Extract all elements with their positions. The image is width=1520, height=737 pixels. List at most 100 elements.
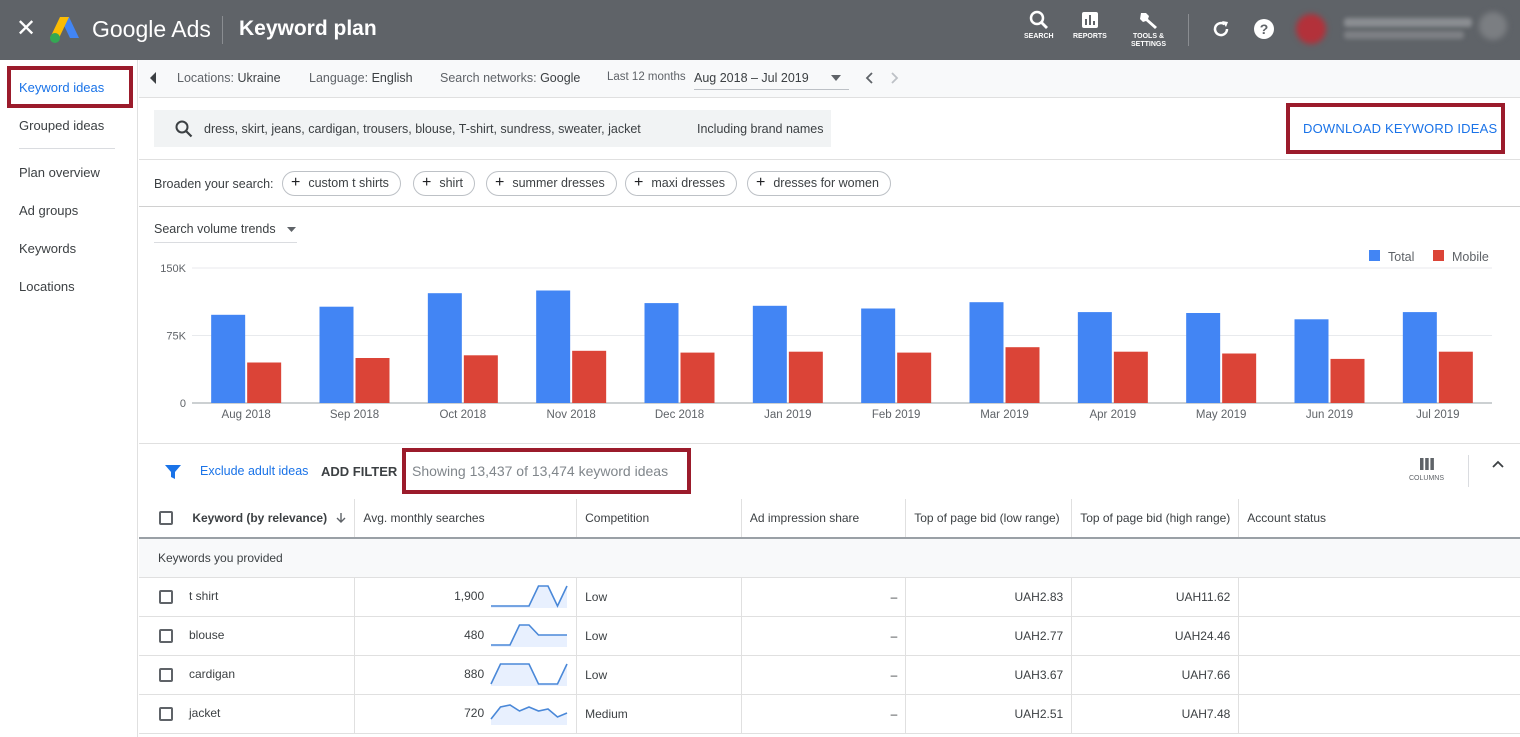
chevron-up-icon[interactable] [1491, 459, 1505, 469]
bar-mobile [1113, 351, 1148, 403]
refresh-icon[interactable] [1211, 19, 1231, 39]
x-tick-label: Aug 2018 [222, 409, 271, 421]
keyword-cell: jacket [189, 706, 221, 721]
col-bid-low[interactable]: Top of page bid (low range) [905, 499, 1073, 539]
x-tick-label: Jan 2019 [764, 409, 811, 421]
trend-sparkline [490, 662, 568, 686]
select-all-checkbox[interactable] [159, 511, 173, 526]
bar-mobile [788, 351, 823, 403]
bar-total [1186, 313, 1221, 403]
networks-filter[interactable]: Search networks: Google [440, 71, 580, 85]
locations-filter[interactable]: Locations: Ukraine [177, 71, 281, 85]
language-filter[interactable]: Language: English [309, 71, 413, 85]
avatar [1296, 14, 1326, 44]
nav-grouped-ideas[interactable]: Grouped ideas [19, 118, 104, 133]
prev-period-icon[interactable] [865, 72, 873, 84]
account-status-cell [1238, 616, 1520, 656]
bar-mobile [1330, 358, 1365, 403]
x-tick-label: Oct 2018 [439, 409, 486, 421]
bar-mobile [1222, 353, 1257, 403]
language-label: Language: [309, 71, 369, 85]
col-bid-high[interactable]: Top of page bid (high range) [1071, 499, 1240, 539]
download-keyword-ideas-button[interactable]: DOWNLOAD KEYWORD IDEAS [1303, 121, 1497, 136]
table-row: t shirt 1,900 Low – UAH2.83 UAH11.62 [139, 577, 1520, 617]
sort-down-icon [336, 513, 346, 524]
keyword-search-box[interactable]: dress, skirt, jeans, cardigan, trousers,… [154, 110, 831, 147]
bar-mobile [1438, 351, 1473, 403]
user-avatar[interactable] [1479, 12, 1507, 40]
row-checkbox[interactable] [159, 628, 173, 643]
exclude-adult-ideas-filter[interactable]: Exclude adult ideas [200, 464, 308, 478]
avg-searches-cell: 480 [354, 616, 578, 656]
brand-names-setting[interactable]: Including brand names [697, 122, 823, 136]
nav-ad-groups[interactable]: Ad groups [19, 203, 78, 218]
search-button[interactable]: SEARCH [1024, 10, 1054, 41]
reports-button[interactable]: REPORTS [1073, 10, 1107, 41]
bar-mobile [355, 358, 390, 403]
account-status-cell [1238, 694, 1520, 734]
nav-locations[interactable]: Locations [19, 279, 75, 294]
google-ads-logo [50, 17, 79, 43]
col-avg-searches[interactable]: Avg. monthly searches [354, 499, 578, 539]
search-query: dress, skirt, jeans, cardigan, trousers,… [204, 122, 641, 136]
tools-settings-button[interactable]: TOOLS & SETTINGS [1131, 10, 1166, 49]
account-switcher[interactable] [1296, 12, 1507, 46]
period-label: Last 12 months [607, 71, 686, 83]
broaden-chip[interactable]: + dresses for women [747, 171, 891, 196]
avg-searches-cell: 1,900 [354, 577, 578, 617]
table-header-row: Keyword (by relevance) Avg. monthly sear… [139, 499, 1520, 539]
dropdown-arrow-icon [831, 75, 841, 81]
account-id-blurred [1344, 31, 1464, 39]
networks-label: Search networks: [440, 71, 537, 85]
nav-plan-overview[interactable]: Plan overview [19, 165, 100, 180]
chip-label: maxi dresses [651, 176, 725, 190]
x-tick-label: May 2019 [1196, 409, 1247, 421]
col-keyword[interactable]: Keyword (by relevance) [139, 499, 356, 539]
side-nav: Keyword ideas Grouped ideas Plan overvie… [0, 60, 138, 737]
avg-searches-value: 720 [464, 705, 485, 720]
col-account-status[interactable]: Account status [1238, 499, 1520, 539]
bar-total [319, 306, 354, 403]
col-competition[interactable]: Competition [576, 499, 742, 539]
broaden-chip[interactable]: + shirt [413, 171, 475, 196]
filter-icon[interactable] [165, 464, 181, 480]
search-row: dress, skirt, jeans, cardigan, trousers,… [139, 99, 1520, 160]
columns-button[interactable]: COLUMNS [1409, 457, 1444, 482]
competition-cell: Low [576, 577, 742, 617]
col-impression-share[interactable]: Ad impression share [741, 499, 907, 539]
reports-button-label: REPORTS [1073, 33, 1107, 40]
bar-total [861, 308, 896, 403]
row-checkbox[interactable] [159, 589, 173, 604]
account-status-cell [1238, 655, 1520, 695]
account-status-cell [1238, 577, 1520, 617]
nav-keywords[interactable]: Keywords [19, 241, 76, 256]
sparkline-area [491, 624, 568, 647]
x-tick-label: Jul 2019 [1416, 409, 1459, 421]
bar-mobile [897, 352, 932, 403]
legend-swatch [1369, 250, 1380, 261]
keyword-cell: blouse [189, 628, 225, 643]
next-period-icon[interactable] [891, 72, 899, 84]
top-bar: ✕ Google Ads Keyword plan SEARCH REPORTS… [0, 0, 1520, 60]
broaden-chip[interactable]: + summer dresses [486, 171, 617, 196]
columns-icon [1419, 458, 1434, 470]
row-checkbox[interactable] [159, 706, 173, 721]
row-checkbox[interactable] [159, 667, 173, 682]
broaden-chip[interactable]: + custom t shirts [282, 171, 401, 196]
plus-icon: + [422, 174, 432, 191]
nav-keyword-ideas[interactable]: Keyword ideas [19, 80, 104, 95]
search-icon [1029, 10, 1048, 29]
collapse-left-icon[interactable] [149, 72, 157, 84]
broaden-chip[interactable]: + maxi dresses [625, 171, 737, 196]
date-range-select[interactable]: Aug 2018 – Jul 2019 [694, 68, 849, 90]
add-filter-button[interactable]: ADD FILTER [321, 464, 397, 479]
chip-label: custom t shirts [308, 176, 389, 190]
help-icon[interactable]: ? [1253, 18, 1275, 40]
bar-total [752, 305, 787, 403]
avg-searches-value: 1,900 [454, 588, 485, 603]
avg-searches-cell: 880 [354, 655, 578, 695]
date-range-value: Aug 2018 – Jul 2019 [694, 71, 809, 85]
filter-bar: Locations: Ukraine Language: English Sea… [139, 60, 1520, 98]
bid-high-cell: UAH7.66 [1071, 655, 1240, 695]
close-icon[interactable]: ✕ [16, 16, 36, 42]
